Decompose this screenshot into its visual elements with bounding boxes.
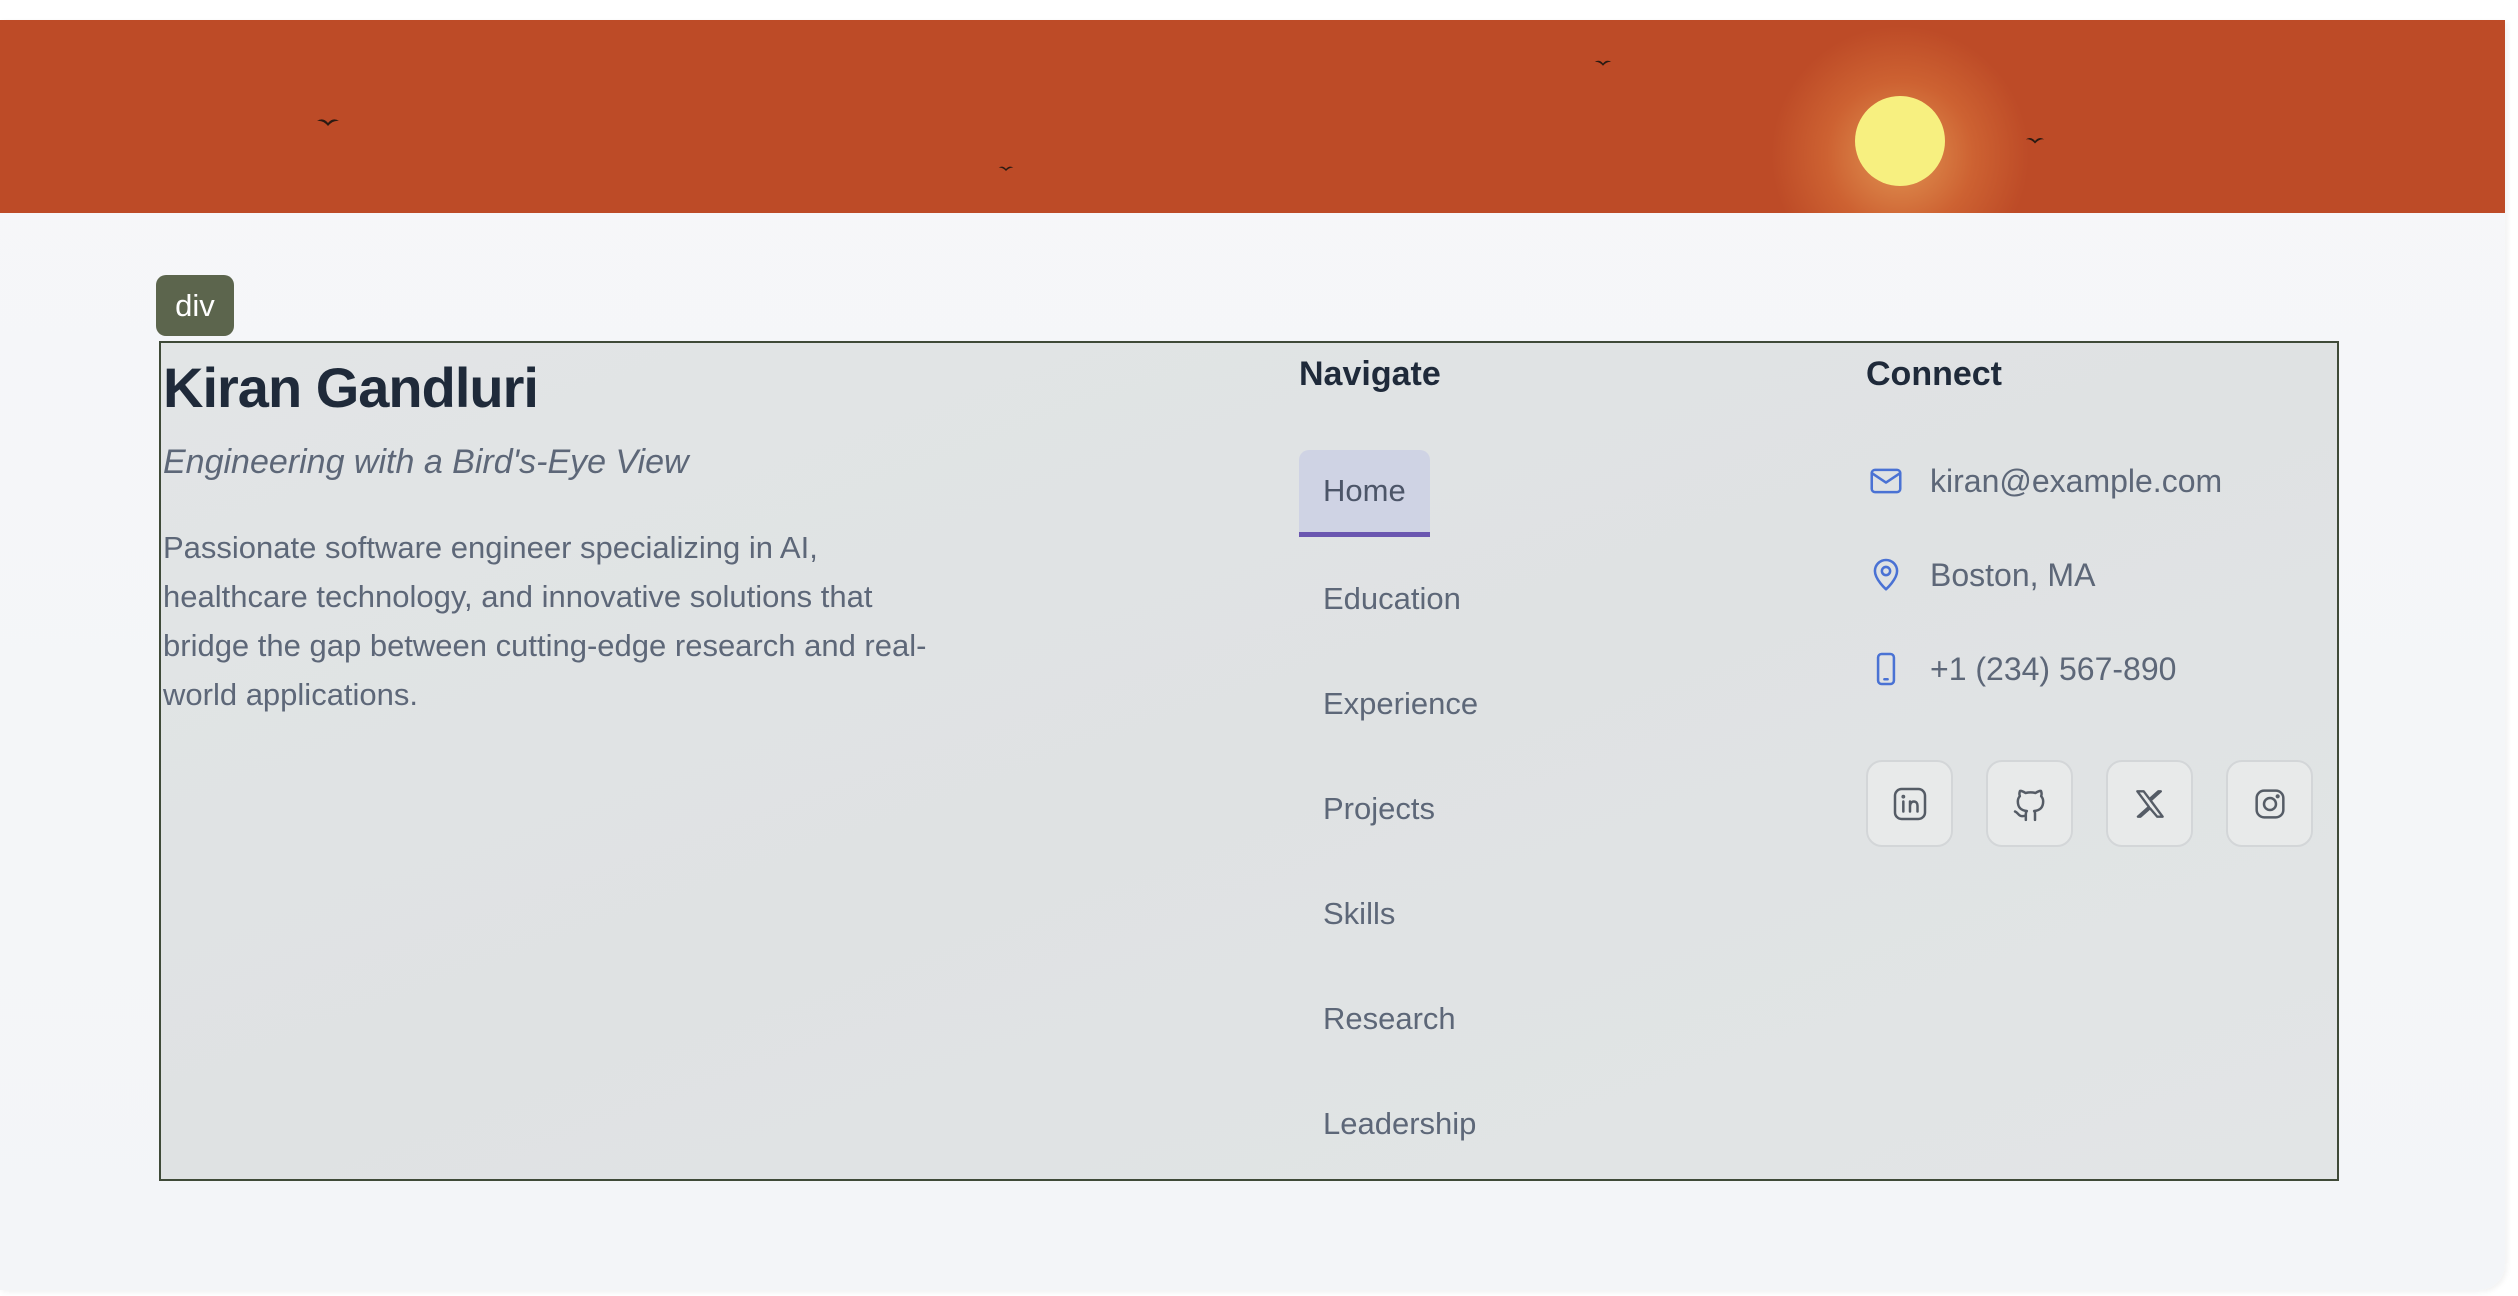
bird-icon <box>317 119 339 126</box>
mail-icon <box>1866 461 1906 501</box>
x-button[interactable] <box>2106 760 2193 847</box>
nav-item-projects[interactable]: Projects <box>1299 765 1459 852</box>
nav-item-leadership[interactable]: Leadership <box>1299 1080 1500 1167</box>
nav-item-education[interactable]: Education <box>1299 555 1485 642</box>
bird-icon <box>1594 60 1612 66</box>
contact-location: Boston, MA <box>1866 547 2326 603</box>
nav-item-skills[interactable]: Skills <box>1299 870 1419 957</box>
instagram-button[interactable] <box>2226 760 2313 847</box>
element-tag-badge: div <box>156 275 234 336</box>
bird-icon <box>998 166 1014 171</box>
linkedin-icon <box>1893 787 1926 820</box>
connect-heading: Connect <box>1866 355 2002 393</box>
viewport: div Kiran Gandluri Engineering with a Bi… <box>0 0 2518 1296</box>
linkedin-button[interactable] <box>1866 760 1953 847</box>
contact-email-text: kiran@example.com <box>1930 462 2223 499</box>
page-card: div Kiran Gandluri Engineering with a Bi… <box>0 20 2505 1290</box>
profile-tagline: Engineering with a Bird's-Eye View <box>163 443 689 481</box>
map-pin-icon <box>1866 555 1906 595</box>
nav-list: Home Education Experience Projects Skill… <box>1299 450 1699 1185</box>
x-icon <box>2135 789 2164 818</box>
nav-item-home[interactable]: Home <box>1299 450 1430 537</box>
footer-panel: Kiran Gandluri Engineering with a Bird's… <box>159 341 2339 1181</box>
profile-name: Kiran Gandluri <box>163 356 539 419</box>
sunset-banner <box>0 20 2505 213</box>
phone-icon <box>1866 649 1906 689</box>
nav-item-experience[interactable]: Experience <box>1299 660 1502 747</box>
instagram-icon <box>2254 788 2285 819</box>
profile-bio: Passionate software engineer specializin… <box>163 530 927 712</box>
nav-item-research[interactable]: Research <box>1299 975 1480 1062</box>
contact-email[interactable]: kiran@example.com <box>1866 453 2326 509</box>
navigate-heading: Navigate <box>1299 355 1441 393</box>
social-links <box>1866 760 2313 847</box>
github-button[interactable] <box>1986 760 2073 847</box>
bird-icon <box>2025 138 2045 144</box>
contact-phone-text: +1 (234) 567-890 <box>1930 650 2177 687</box>
sun <box>1855 96 1945 186</box>
contact-list: kiran@example.com Boston, MA +1 (234) 56… <box>1866 453 2326 735</box>
contact-phone[interactable]: +1 (234) 567-890 <box>1866 641 2326 697</box>
github-icon <box>2013 789 2044 821</box>
contact-location-text: Boston, MA <box>1930 556 2096 593</box>
